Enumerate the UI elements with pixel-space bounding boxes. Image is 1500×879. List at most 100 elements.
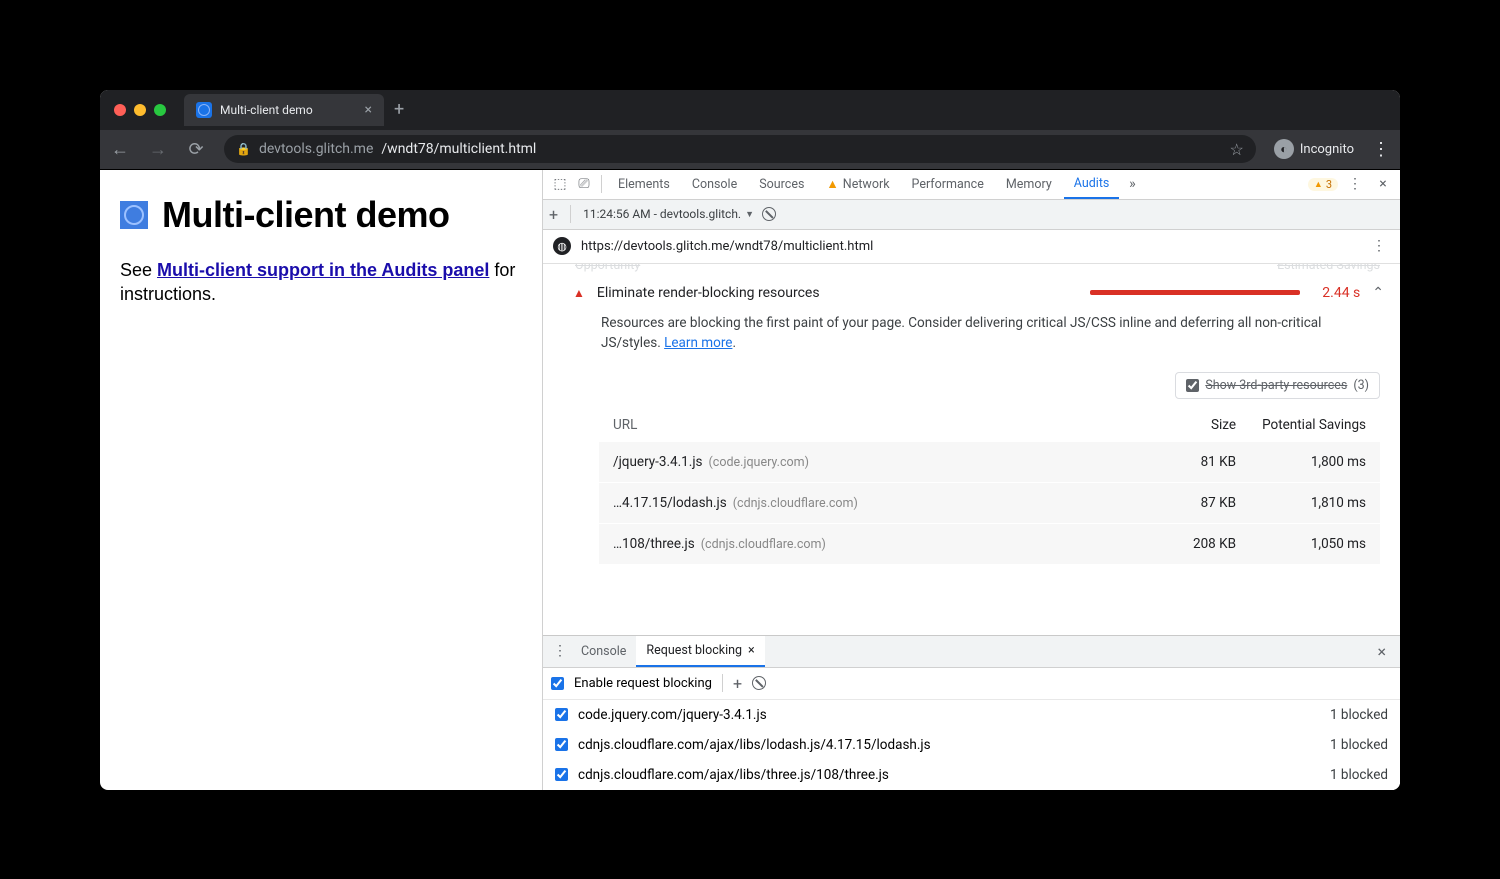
warnings-badge[interactable]: 3 xyxy=(1308,178,1338,191)
enable-blocking-checkbox[interactable] xyxy=(551,677,564,690)
audit-title: Eliminate render-blocking resources xyxy=(597,285,820,301)
new-tab-button[interactable]: + xyxy=(394,99,404,120)
page-logo-icon xyxy=(120,201,148,229)
savings-bar xyxy=(1090,290,1300,295)
drawer-tabbar: ⋮ Console Request blocking × × xyxy=(543,636,1400,668)
chevron-up-icon[interactable]: ⌃ xyxy=(1372,285,1384,301)
incognito-label: Incognito xyxy=(1300,142,1354,157)
separator xyxy=(570,205,571,223)
lighthouse-icon: ◍ xyxy=(553,237,571,255)
tab-close-button[interactable]: × xyxy=(365,102,372,118)
block-row[interactable]: code.jquery.com/jquery-3.4.1.js 1 blocke… xyxy=(543,700,1400,730)
audit-description: Resources are blocking the first paint o… xyxy=(543,311,1400,359)
separator xyxy=(722,674,723,692)
page-paragraph: See Multi-client support in the Audits p… xyxy=(120,258,522,307)
audit-item[interactable]: ▲ Eliminate render-blocking resources 2.… xyxy=(543,275,1400,311)
audit-select[interactable]: 11:24:56 AM - devtools.glitch. ▼ xyxy=(583,207,754,221)
block-pattern: cdnjs.cloudflare.com/ajax/libs/three.js/… xyxy=(578,767,889,783)
tab-memory[interactable]: Memory xyxy=(996,171,1062,198)
third-party-checkbox[interactable] xyxy=(1186,379,1199,392)
audit-seconds: 2.44 s xyxy=(1312,285,1360,301)
drawer-close-button[interactable]: × xyxy=(1369,642,1394,661)
lock-icon: 🔒 xyxy=(236,142,251,156)
content-split: Multi-client demo See Multi-client suppo… xyxy=(100,170,1400,790)
block-row[interactable]: cdnjs.cloudflare.com/ajax/libs/three.js/… xyxy=(543,760,1400,790)
toolbar: ← → ⟳ 🔒 devtools.glitch.me/wndt78/multic… xyxy=(100,130,1400,170)
new-audit-button[interactable]: + xyxy=(549,205,558,224)
opportunity-header: Opportunity Estimated Savings xyxy=(543,264,1400,275)
clear-patterns-button[interactable] xyxy=(752,676,766,690)
page-heading: Multi-client demo xyxy=(162,194,450,236)
bookmark-button[interactable]: ☆ xyxy=(1230,140,1244,159)
url-host: devtools.glitch.me xyxy=(259,141,373,157)
browser-tab[interactable]: Multi-client demo × xyxy=(184,94,384,126)
table-row[interactable]: …108/three.js(cdnjs.cloudflare.com) 208 … xyxy=(599,523,1380,564)
page-link[interactable]: Multi-client support in the Audits panel xyxy=(157,260,489,280)
incognito-indicator: ◐ Incognito xyxy=(1274,139,1354,159)
block-count: 1 blocked xyxy=(1330,737,1388,753)
favicon-icon xyxy=(196,102,212,118)
table-header: URL Size Potential Savings xyxy=(599,409,1380,441)
close-icon[interactable]: × xyxy=(748,643,755,658)
tab-performance[interactable]: Performance xyxy=(902,171,994,198)
tab-audits[interactable]: Audits xyxy=(1064,170,1120,199)
devtools-menu-button[interactable]: ⋮ xyxy=(1344,176,1366,192)
forward-button[interactable]: → xyxy=(148,139,168,160)
url-path: /wndt78/multiclient.html xyxy=(381,141,536,157)
enable-blocking-label: Enable request blocking xyxy=(574,676,712,691)
more-tabs-button[interactable]: » xyxy=(1121,176,1143,192)
back-button[interactable]: ← xyxy=(110,139,130,160)
clear-button[interactable] xyxy=(762,207,776,221)
col-savings: Potential Savings xyxy=(1236,417,1366,433)
devtools-close-button[interactable]: × xyxy=(1372,176,1394,192)
audit-url-row: ◍ https://devtools.glitch.me/wndt78/mult… xyxy=(543,230,1400,264)
third-party-count: (3) xyxy=(1353,378,1369,393)
third-party-label: Show 3rd-party resources xyxy=(1205,378,1347,393)
col-url: URL xyxy=(613,417,1146,433)
devtools-panel: ⬚ ⎚ Elements Console Sources ▲Network Pe… xyxy=(542,170,1400,790)
block-row[interactable]: cdnjs.cloudflare.com/ajax/libs/lodash.js… xyxy=(543,730,1400,760)
chevron-down-icon: ▼ xyxy=(745,209,754,220)
fail-icon: ▲ xyxy=(573,286,585,300)
savings-label: Estimated Savings xyxy=(1277,264,1380,273)
block-checkbox[interactable] xyxy=(555,708,568,721)
block-checkbox[interactable] xyxy=(555,738,568,751)
devtools-tabbar: ⬚ ⎚ Elements Console Sources ▲Network Pe… xyxy=(543,170,1400,200)
table-row[interactable]: /jquery-3.4.1.js(code.jquery.com) 81 KB … xyxy=(599,441,1380,482)
block-count: 1 blocked xyxy=(1330,707,1388,723)
block-pattern: code.jquery.com/jquery-3.4.1.js xyxy=(578,707,767,723)
add-pattern-button[interactable]: + xyxy=(733,674,742,693)
reload-button[interactable]: ⟳ xyxy=(186,139,206,160)
close-window-button[interactable] xyxy=(114,104,126,116)
page-text-before: See xyxy=(120,260,157,280)
audit-url-menu[interactable]: ⋮ xyxy=(1368,238,1390,254)
address-bar[interactable]: 🔒 devtools.glitch.me/wndt78/multiclient.… xyxy=(224,135,1256,163)
tab-network[interactable]: ▲Network xyxy=(816,171,899,198)
device-toggle-icon[interactable]: ⎚ xyxy=(573,176,595,192)
tab-console[interactable]: Console xyxy=(682,171,747,198)
separator xyxy=(601,175,602,193)
browser-menu-button[interactable]: ⋮ xyxy=(1372,139,1390,160)
block-pattern: cdnjs.cloudflare.com/ajax/libs/lodash.js… xyxy=(578,737,931,753)
tab-sources[interactable]: Sources xyxy=(749,171,814,198)
opportunity-label: Opportunity xyxy=(575,264,640,273)
drawer-menu-button[interactable]: ⋮ xyxy=(549,643,571,659)
browser-window: Multi-client demo × + ← → ⟳ 🔒 devtools.g… xyxy=(100,90,1400,790)
drawer-tab-console[interactable]: Console xyxy=(571,637,636,666)
maximize-window-button[interactable] xyxy=(154,104,166,116)
page-content: Multi-client demo See Multi-client suppo… xyxy=(100,170,542,790)
devtools-drawer: ⋮ Console Request blocking × × Enable re… xyxy=(543,635,1400,790)
blocking-toolbar: Enable request blocking + xyxy=(543,668,1400,700)
incognito-icon: ◐ xyxy=(1274,139,1294,159)
minimize-window-button[interactable] xyxy=(134,104,146,116)
block-checkbox[interactable] xyxy=(555,768,568,781)
drawer-tab-blocking[interactable]: Request blocking × xyxy=(636,636,764,667)
inspect-icon[interactable]: ⬚ xyxy=(549,176,571,192)
third-party-toggle[interactable]: Show 3rd-party resources (3) xyxy=(1175,372,1380,399)
titlebar: Multi-client demo × + xyxy=(100,90,1400,130)
tab-elements[interactable]: Elements xyxy=(608,171,680,198)
learn-more-link[interactable]: Learn more xyxy=(664,335,732,351)
audit-url: https://devtools.glitch.me/wndt78/multic… xyxy=(581,239,873,254)
block-count: 1 blocked xyxy=(1330,767,1388,783)
table-row[interactable]: …4.17.15/lodash.js(cdnjs.cloudflare.com)… xyxy=(599,482,1380,523)
